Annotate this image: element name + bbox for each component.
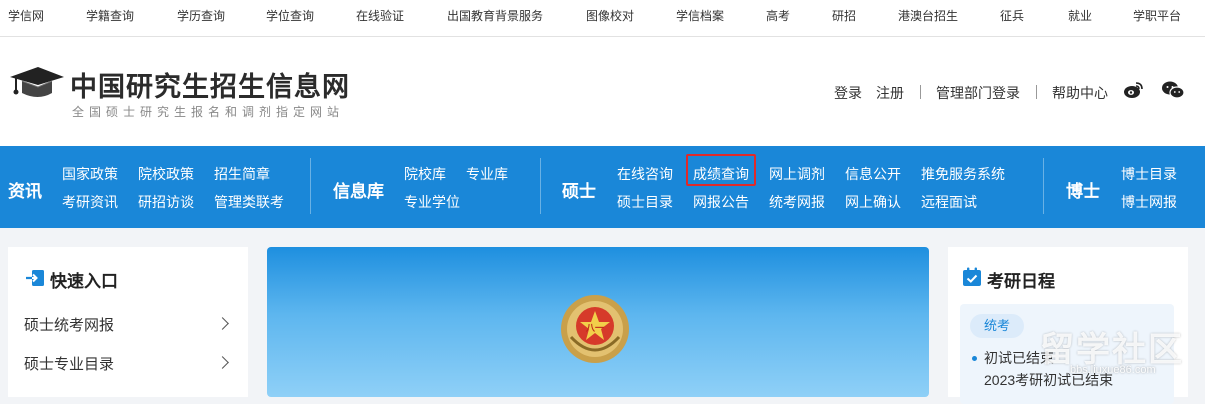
register-link[interactable]: 注册	[876, 83, 904, 103]
quick-entry-label: 硕士专业目录	[24, 356, 115, 373]
nav-item-doctor-catalog[interactable]: 博士目录	[1121, 164, 1177, 184]
nav-item-school-policy[interactable]: 院校政策	[138, 164, 194, 184]
quick-entry-label: 硕士统考网报	[24, 317, 115, 334]
admin-login-link[interactable]: 管理部门登录	[936, 83, 1020, 103]
nav-item-unified-apply[interactable]: 统考网报	[769, 192, 825, 212]
nav-item-national-policy[interactable]: 国家政策	[62, 164, 118, 184]
top-link-gaokao[interactable]: 高考	[766, 0, 790, 37]
header-divider	[1036, 85, 1037, 99]
top-link-abroad[interactable]: 出国教育背景服务	[447, 0, 543, 37]
quick-entry-panel: 快速入口 硕士统考网报 硕士专业目录	[8, 247, 248, 397]
nav-item-major-db[interactable]: 专业库	[466, 164, 508, 184]
top-link-xuewei[interactable]: 学位查询	[266, 0, 314, 37]
hero-banner[interactable]: 八一	[267, 247, 929, 397]
nav-item-interviews[interactable]: 研招访谈	[138, 192, 194, 212]
top-link-archive[interactable]: 学信档案	[676, 0, 724, 37]
nav-item-recommend-system[interactable]: 推免服务系统	[921, 164, 1005, 184]
exam-type-tab[interactable]: 统考	[970, 314, 1025, 338]
top-link-zhengbing[interactable]: 征兵	[1000, 0, 1024, 37]
watermark: 留学社区 bbs.liuxue86.com	[1030, 320, 1200, 380]
main-nav: 资讯 国家政策 院校政策 招生简章 考研资讯 研招访谈 管理类联考 信息库 院校…	[0, 146, 1205, 228]
top-link-image[interactable]: 图像校对	[586, 0, 634, 37]
nav-divider	[310, 158, 311, 214]
nav-item-doctor-apply[interactable]: 博士网报	[1121, 192, 1177, 212]
header-divider	[920, 85, 921, 99]
wechat-icon[interactable]	[1162, 81, 1184, 99]
quick-entry-item[interactable]: 硕士统考网报	[8, 304, 248, 342]
help-center-link[interactable]: 帮助中心	[1052, 83, 1108, 103]
nav-section-doctor[interactable]: 博士	[1066, 177, 1100, 202]
nav-item-remote-interview[interactable]: 远程面试	[921, 192, 977, 212]
top-link-xuezhi[interactable]: 学职平台	[1133, 0, 1181, 37]
weibo-icon[interactable]	[1123, 81, 1143, 99]
nav-item-mgmt-exam[interactable]: 管理类联考	[214, 192, 284, 212]
svg-text:八一: 八一	[585, 323, 604, 334]
watermark-url: bbs.liuxue86.com	[1070, 364, 1156, 376]
enter-icon	[26, 270, 44, 286]
chevron-right-icon	[216, 317, 229, 330]
top-link-bar: 学信网 学籍查询 学历查询 学位查询 在线验证 出国教育背景服务 图像校对 学信…	[0, 0, 1205, 37]
nav-divider	[1043, 158, 1044, 214]
top-link-chsi[interactable]: 学信网	[8, 0, 44, 37]
nav-section-news[interactable]: 资讯	[8, 177, 42, 202]
nav-item-info-public[interactable]: 信息公开	[845, 164, 901, 184]
nav-item-prof-degree[interactable]: 专业学位	[404, 192, 460, 212]
army-emblem-icon: 八一	[561, 295, 629, 363]
site-subtitle: 全国硕士研究生报名和调剂指定网站	[72, 105, 345, 119]
nav-divider	[540, 158, 541, 214]
top-link-xueli[interactable]: 学历查询	[177, 0, 225, 37]
top-link-gat[interactable]: 港澳台招生	[898, 0, 958, 37]
site-header: 中国研究生招生信息网 全国硕士研究生报名和调剂指定网站 登录 注册 管理部门登录…	[0, 37, 1205, 146]
bullet-dot	[972, 356, 977, 361]
nav-item-online-consult[interactable]: 在线咨询	[617, 164, 673, 184]
nav-item-brochure[interactable]: 招生简章	[214, 164, 270, 184]
quick-entry-item[interactable]: 硕士专业目录	[8, 343, 248, 381]
top-link-yanzhao[interactable]: 研招	[832, 0, 856, 37]
top-link-jiuye[interactable]: 就业	[1068, 0, 1092, 37]
nav-section-master[interactable]: 硕士	[562, 177, 596, 202]
graduation-cap-icon[interactable]	[8, 63, 64, 99]
nav-section-library[interactable]: 信息库	[333, 177, 384, 202]
nav-item-apply-notice[interactable]: 网报公告	[693, 192, 749, 212]
schedule-title: 考研日程	[987, 272, 1055, 291]
top-link-verify[interactable]: 在线验证	[356, 0, 404, 37]
score-query-highlight	[686, 154, 756, 186]
nav-item-adjustment[interactable]: 网上调剂	[769, 164, 825, 184]
nav-item-school-db[interactable]: 院校库	[404, 164, 446, 184]
calendar-check-icon	[963, 267, 981, 286]
site-title[interactable]: 中国研究生招生信息网	[70, 65, 350, 104]
nav-item-online-confirm[interactable]: 网上确认	[845, 192, 901, 212]
login-link[interactable]: 登录	[834, 83, 862, 103]
top-link-xueji[interactable]: 学籍查询	[86, 0, 134, 37]
quick-entry-title: 快速入口	[50, 272, 118, 291]
chevron-right-icon	[216, 356, 229, 369]
nav-item-master-catalog[interactable]: 硕士目录	[617, 192, 673, 212]
nav-item-exam-news[interactable]: 考研资讯	[62, 192, 118, 212]
